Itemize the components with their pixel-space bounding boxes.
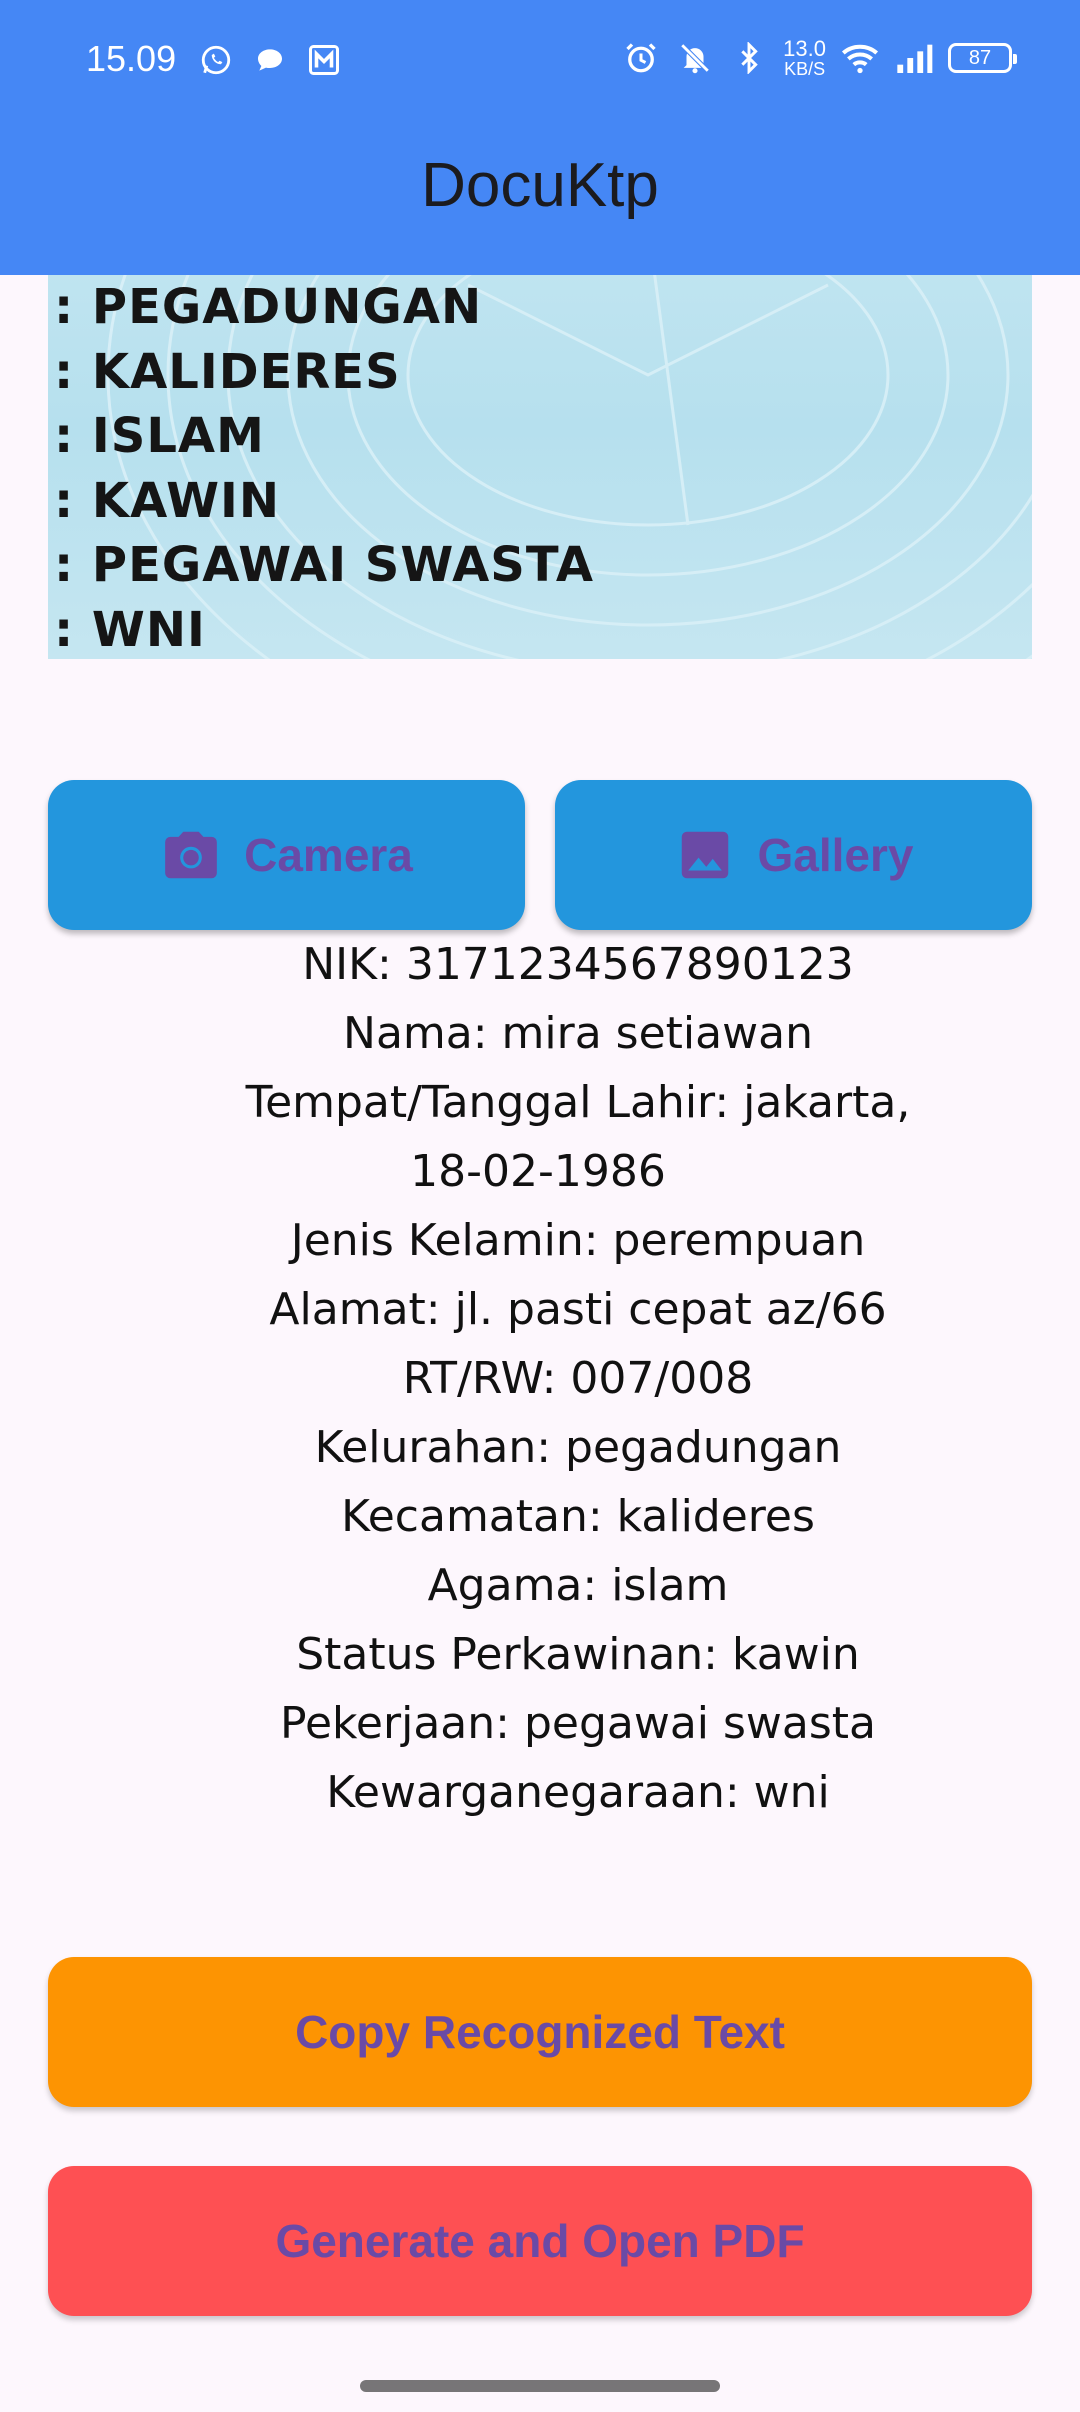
agama-line: Agama: islam [427, 1560, 729, 1611]
ktp-image-preview: : PEGADUNGAN : KALIDERES : ISLAM : KAWIN… [48, 275, 1032, 659]
image-icon [681, 831, 728, 879]
gallery-button-label: Gallery [757, 829, 914, 881]
network-speed: 13.0 KB/S [783, 36, 826, 79]
mute-icon [675, 38, 715, 78]
alamat-line: Alamat: jl. pasti cepat az/66 [269, 1284, 887, 1335]
battery-icon: 87 [948, 43, 1017, 73]
app-title: DocuKtp [421, 151, 659, 220]
nik-line: NIK: 3171234567890123 [302, 939, 854, 990]
ktp-line: : KAWIN [54, 472, 281, 529]
status-perkawinan-line: Status Perkawinan: kawin [296, 1629, 860, 1680]
ttl-line-continued: 18-02-1986 [410, 1146, 666, 1197]
kecamatan-line: Kecamatan: kalideres [341, 1491, 815, 1542]
gallery-button[interactable]: Gallery [555, 780, 1032, 930]
ktp-line: : KALIDERES [54, 343, 401, 400]
bluetooth-icon [729, 38, 769, 78]
ktp-text-lines: : PEGADUNGAN : KALIDERES : ISLAM : KAWIN… [54, 275, 594, 659]
ktp-line: : PEGAWAI SWASTA [54, 537, 595, 593]
ktp-line: : WNI [54, 601, 206, 658]
kelurahan-line: Kelurahan: pegadungan [314, 1422, 842, 1473]
status-bar: 15.09 13.0 KB/S 87 [0, 0, 1080, 125]
rt-rw-line: RT/RW: 007/008 [402, 1353, 754, 1404]
home-indicator[interactable] [360, 2380, 720, 2392]
generate-pdf-button-label: Generate and Open PDF [275, 2215, 805, 2267]
nama-line: Nama: mira setiawan [343, 1008, 813, 1059]
camera-icon [165, 831, 217, 879]
camera-button-label: Camera [244, 829, 413, 881]
copy-text-button-label: Copy Recognized Text [295, 2006, 785, 2058]
signal-icon [894, 38, 934, 78]
status-time: 15.09 [86, 38, 177, 79]
app-bar: 15.09 13.0 KB/S 87 DocuKtp [0, 0, 1080, 275]
recognized-text: NIK: 3171234567890123 Nama: mira setiawa… [148, 930, 1008, 1827]
wifi-icon [840, 38, 880, 78]
pekerjaan-line: Pekerjaan: pegawai swasta [279, 1698, 877, 1749]
alarm-icon [621, 38, 661, 78]
camera-button[interactable]: Camera [48, 780, 525, 930]
generate-pdf-button[interactable]: Generate and Open PDF [48, 2166, 1032, 2316]
m-app-icon [304, 40, 344, 80]
system-icons: 13.0 KB/S 87 [621, 36, 1017, 79]
ktp-line: : PEGADUNGAN [54, 279, 483, 335]
ktp-line: : ISLAM [54, 408, 265, 464]
ttl-line: Tempat/Tanggal Lahir: jakarta, [245, 1077, 911, 1128]
whatsapp-icon [196, 40, 236, 80]
jenis-kelamin-line: Jenis Kelamin: perempuan [290, 1215, 866, 1266]
chat-icon [250, 40, 290, 80]
notification-icons [196, 40, 344, 80]
kewarganegaraan-line: Kewarganegaraan: wni [326, 1767, 830, 1818]
copy-text-button[interactable]: Copy Recognized Text [48, 1957, 1032, 2107]
